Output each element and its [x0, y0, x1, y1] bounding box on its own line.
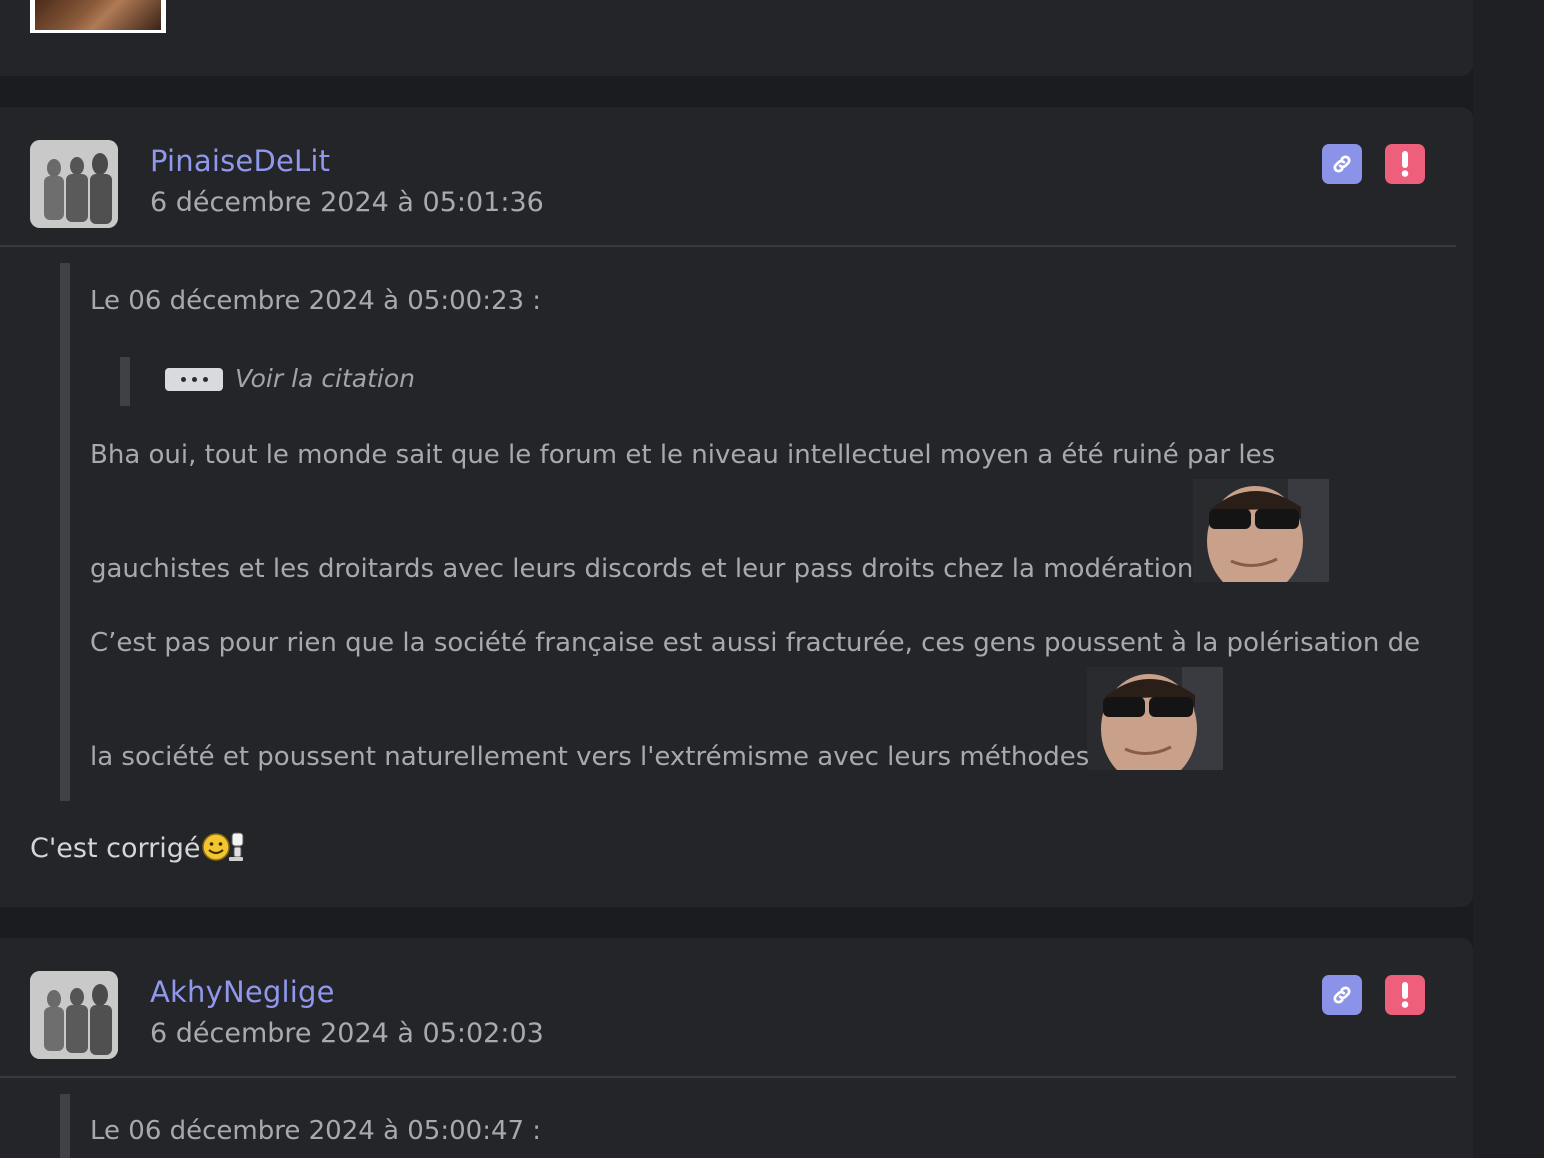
see-quote-link[interactable]: Voir la citation: [235, 364, 415, 393]
link-icon: [1333, 155, 1351, 173]
post-body-text: C'est corrigé: [30, 833, 201, 864]
exclamation-icon: [1401, 982, 1409, 1008]
quote-header: Le 06 décembre 2024 à 05:00:23 :: [90, 286, 542, 316]
permalink-button[interactable]: [1322, 144, 1362, 184]
quote-line: Bha oui, tout le monde sait que le forum…: [90, 440, 1276, 470]
quote-line: gauchistes et les droitards avec leurs d…: [90, 554, 1194, 584]
previous-post-image: [30, 0, 166, 33]
username[interactable]: AkhyNeglige: [150, 975, 335, 1009]
previous-post-card: [0, 0, 1473, 76]
sticker-image: [1087, 667, 1223, 770]
link-icon: [1333, 986, 1351, 1004]
post-card: AkhyNeglige 6 décembre 2024 à 05:02:03 L…: [0, 938, 1473, 1158]
nested-quote-bar: [120, 357, 130, 406]
report-button[interactable]: [1385, 975, 1425, 1015]
permalink-button[interactable]: [1322, 975, 1362, 1015]
quote-bar: [60, 1094, 70, 1158]
avatar[interactable]: [30, 140, 118, 228]
sticker-image: [1193, 479, 1329, 582]
exclamation-icon: [1401, 151, 1409, 177]
quote-header: Le 06 décembre 2024 à 05:00:47 :: [90, 1116, 542, 1146]
post-header: AkhyNeglige 6 décembre 2024 à 05:02:03: [0, 938, 1456, 1078]
avatar[interactable]: [30, 971, 118, 1059]
forum-page: PinaiseDeLit 6 décembre 2024 à 05:01:36 …: [0, 0, 1544, 1158]
quote-line: C’est pas pour rien que la société franç…: [90, 628, 1421, 658]
quote-line: la société et poussent naturellement ver…: [90, 742, 1090, 772]
post-timestamp[interactable]: 6 décembre 2024 à 05:01:36: [150, 187, 544, 218]
post-header: PinaiseDeLit 6 décembre 2024 à 05:01:36: [0, 107, 1456, 247]
username[interactable]: PinaiseDeLit: [150, 144, 330, 178]
post-card: PinaiseDeLit 6 décembre 2024 à 05:01:36 …: [0, 107, 1473, 907]
report-button[interactable]: [1385, 144, 1425, 184]
scrollbar-track[interactable]: [1473, 0, 1544, 1158]
smiley-icon: [201, 831, 249, 867]
ellipsis-icon: [180, 377, 186, 382]
post-timestamp[interactable]: 6 décembre 2024 à 05:02:03: [150, 1018, 544, 1049]
quote-bar: [60, 263, 70, 801]
expand-quote-button[interactable]: [165, 368, 223, 391]
